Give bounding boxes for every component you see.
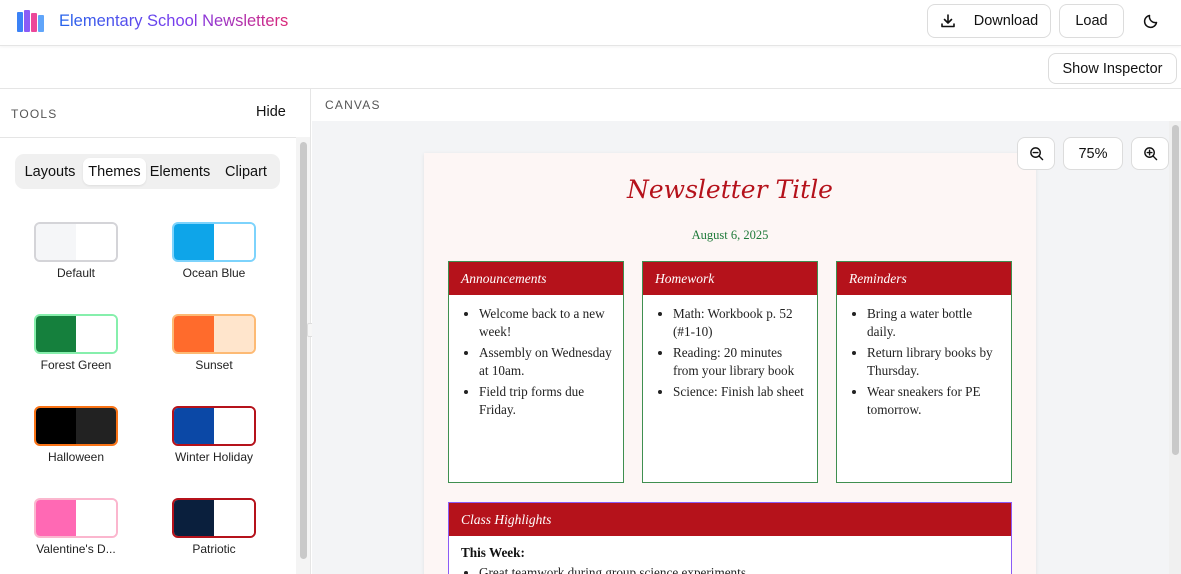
zoom-in-button[interactable] xyxy=(1131,137,1169,170)
tab-themes[interactable]: Themes xyxy=(83,158,146,185)
swatch-color xyxy=(36,316,76,352)
swatch-color xyxy=(174,500,214,536)
theme-label: Ocean Blue xyxy=(182,266,246,280)
download-label: Download xyxy=(973,13,1039,29)
swatch-color xyxy=(214,316,254,352)
theme-swatch-0[interactable] xyxy=(34,222,118,262)
moon-icon xyxy=(1143,14,1158,29)
theme-swatch-7[interactable] xyxy=(172,498,256,538)
box-heading: Reminders xyxy=(837,262,1011,295)
inspector-bar: Show Inspector xyxy=(0,47,1181,89)
theme-swatch-1[interactable] xyxy=(172,222,256,262)
list-item: Field trip forms due Friday. xyxy=(479,383,615,419)
swatch-color xyxy=(174,408,214,444)
sidebar-scroll-thumb[interactable] xyxy=(300,142,307,559)
theme-swatch-2[interactable] xyxy=(34,314,118,354)
homework-box[interactable]: Homework Math: Workbook p. 52 (#1-10) Re… xyxy=(642,261,818,483)
theme-label: Default xyxy=(56,266,96,280)
swatch-color xyxy=(214,408,254,444)
canvas-scroll-thumb[interactable] xyxy=(1172,125,1179,455)
newsletter-title[interactable]: Newsletter Title xyxy=(424,175,1036,204)
show-inspector-button[interactable]: Show Inspector xyxy=(1048,53,1177,84)
canvas-heading: CANVAS xyxy=(325,98,381,112)
newsletter-date[interactable]: August 6, 2025 xyxy=(424,228,1036,243)
box-heading: Class Highlights xyxy=(449,503,1011,536)
theme-label: Patriotic xyxy=(192,542,236,556)
swatch-color xyxy=(36,408,76,444)
list-item: Welcome back to a new week! xyxy=(479,305,615,341)
tab-layouts[interactable]: Layouts xyxy=(19,158,81,185)
swatch-color xyxy=(76,408,116,444)
swatch-color xyxy=(214,500,254,536)
swatch-color xyxy=(214,224,254,260)
reminders-box[interactable]: Reminders Bring a water bottle daily. Re… xyxy=(836,261,1012,483)
tools-sidebar: TOOLS Hide Layouts Themes Elements Clipa… xyxy=(0,89,311,574)
theme-swatch-4[interactable] xyxy=(34,406,118,446)
zoom-level[interactable]: 75% xyxy=(1063,137,1123,170)
dark-mode-toggle[interactable] xyxy=(1140,10,1162,32)
swatch-color xyxy=(76,224,116,260)
swatch-color xyxy=(174,316,214,352)
tab-clipart[interactable]: Clipart xyxy=(216,158,276,185)
list-item: Science: Finish lab sheet xyxy=(673,383,809,401)
hide-sidebar-button[interactable]: Hide xyxy=(256,104,286,120)
list-item: Return library books by Thursday. xyxy=(867,344,1003,380)
download-icon xyxy=(940,14,955,28)
theme-label: Winter Holiday xyxy=(174,450,254,464)
list-item: Math: Workbook p. 52 (#1-10) xyxy=(673,305,809,341)
list-item: Assembly on Wednesday at 10am. xyxy=(479,344,615,380)
theme-swatch-6[interactable] xyxy=(34,498,118,538)
theme-label: Valentine's D... xyxy=(36,542,116,556)
divider xyxy=(0,137,310,138)
announcements-box[interactable]: Announcements Welcome back to a new week… xyxy=(448,261,624,483)
swatch-color xyxy=(76,500,116,536)
highlights-subheading: This Week: xyxy=(461,545,525,560)
box-heading: Homework xyxy=(643,262,817,295)
tab-elements[interactable]: Elements xyxy=(147,158,213,185)
swatch-color xyxy=(174,224,214,260)
tools-heading: TOOLS xyxy=(11,107,58,121)
list-item: Wear sneakers for PE tomorrow. xyxy=(867,383,1003,419)
list-item: Great teamwork during group science expe… xyxy=(479,565,999,574)
swatch-color xyxy=(36,500,76,536)
app-title: Elementary School Newsletters xyxy=(59,12,289,30)
zoom-out-button[interactable] xyxy=(1017,137,1055,170)
swatch-color xyxy=(36,224,76,260)
tools-tabs: Layouts Themes Elements Clipart xyxy=(15,154,280,189)
newsletter-page[interactable]: Newsletter Title August 6, 2025 Announce… xyxy=(424,153,1036,574)
zoom-out-icon xyxy=(1029,147,1043,161)
theme-label: Halloween xyxy=(47,450,105,464)
zoom-in-icon xyxy=(1143,147,1157,161)
load-button[interactable]: Load xyxy=(1059,4,1124,38)
app-header: Elementary School Newsletters Download L… xyxy=(0,0,1181,46)
list-item: Reading: 20 minutes from your library bo… xyxy=(673,344,809,380)
list-item: Bring a water bottle daily. xyxy=(867,305,1003,341)
download-button[interactable]: Download xyxy=(927,4,1051,38)
theme-swatch-3[interactable] xyxy=(172,314,256,354)
theme-label: Forest Green xyxy=(40,358,112,372)
theme-swatch-5[interactable] xyxy=(172,406,256,446)
class-highlights-box[interactable]: Class Highlights This Week: Great teamwo… xyxy=(448,502,1012,574)
canvas-header: CANVAS xyxy=(312,89,1181,121)
canvas-area[interactable]: Newsletter Title August 6, 2025 Announce… xyxy=(312,121,1181,574)
books-logo-icon xyxy=(17,10,44,32)
swatch-color xyxy=(76,316,116,352)
theme-label: Sunset xyxy=(195,358,233,372)
box-heading: Announcements xyxy=(449,262,623,295)
